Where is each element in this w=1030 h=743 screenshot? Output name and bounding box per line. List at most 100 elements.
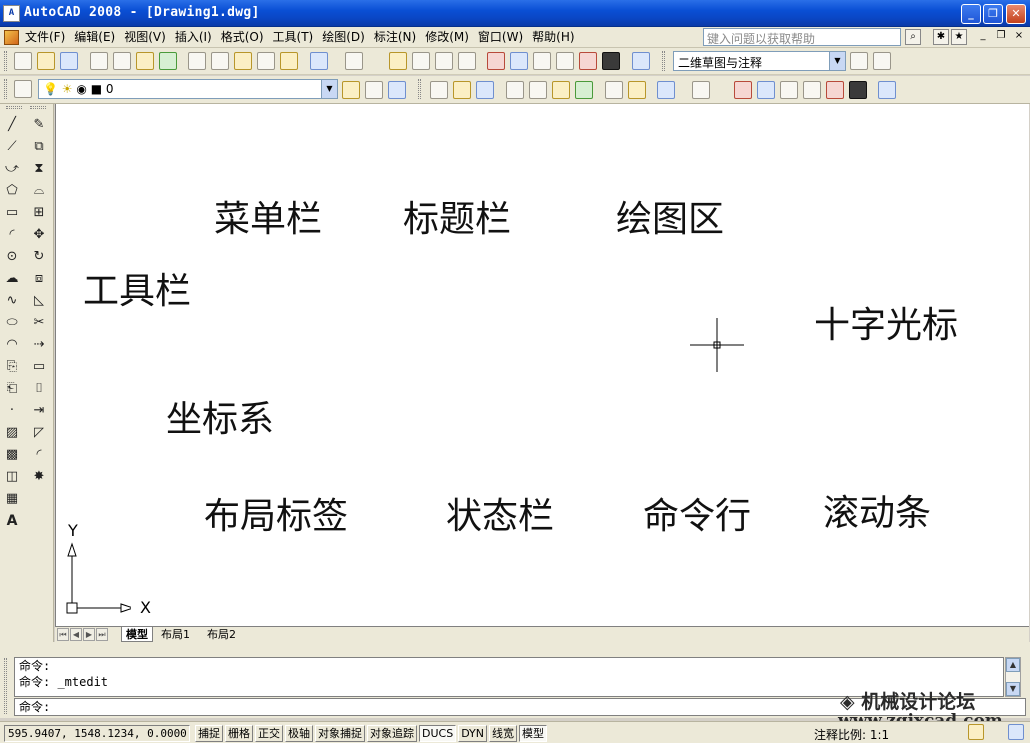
point-icon[interactable]: · — [2, 401, 22, 421]
document-icon[interactable] — [4, 30, 19, 45]
make-block-icon[interactable]: ⎗ — [2, 379, 22, 399]
snap-toggle[interactable]: 捕捉 — [195, 725, 223, 742]
osnap-toggle[interactable]: 对象捕捉 — [315, 725, 365, 742]
hatch-icon[interactable]: ▨ — [2, 423, 22, 443]
drawing-area[interactable]: 菜单栏 标题栏 绘图区 工具栏 十字光标 坐标系 布局标签 状态栏 命令行 滚动… — [55, 104, 1029, 626]
region-icon[interactable]: ◫ — [2, 467, 22, 487]
publish-icon[interactable] — [552, 81, 570, 99]
otrack-toggle[interactable]: 对象追踪 — [367, 725, 417, 742]
close-button[interactable]: ✕ — [1006, 4, 1026, 24]
doc-minimize-button[interactable]: _ — [975, 29, 991, 45]
scroll-up-icon[interactable]: ▲ — [1006, 658, 1020, 672]
workspace-settings-icon[interactable] — [850, 52, 868, 70]
open-file-icon[interactable] — [37, 52, 55, 70]
break-icon[interactable]: ⌷ — [29, 379, 49, 399]
plot-icon[interactable] — [506, 81, 524, 99]
minimize-button[interactable]: _ — [961, 4, 981, 24]
rectangle-icon[interactable]: ▭ — [2, 203, 22, 223]
first-tab-icon[interactable]: ⏮ — [57, 628, 69, 641]
dyn-toggle[interactable]: DYN — [458, 725, 488, 742]
sheet-set-icon[interactable] — [803, 81, 821, 99]
my-workspace-icon[interactable] — [873, 52, 891, 70]
offset-icon[interactable]: ⌓ — [29, 181, 49, 201]
move-icon[interactable]: ✥ — [29, 225, 49, 245]
menu-edit[interactable]: 编辑(E) — [74, 30, 115, 45]
polyline-icon[interactable]: ⤻ — [2, 159, 22, 179]
tab-model[interactable]: 模型 — [121, 627, 153, 642]
scale-icon[interactable]: ⧈ — [29, 269, 49, 289]
tool-palettes-icon[interactable] — [780, 81, 798, 99]
extend-icon[interactable]: ⇢ — [29, 335, 49, 355]
match-properties-icon[interactable] — [257, 52, 275, 70]
help-search-input[interactable]: 键入问题以获取帮助 — [703, 28, 901, 46]
3d-dwf-icon[interactable] — [159, 52, 177, 70]
chevron-down-icon[interactable]: ▼ — [321, 80, 337, 98]
command-line-grip[interactable] — [4, 658, 7, 714]
insert-block-icon[interactable]: ⎘ — [2, 357, 22, 377]
undo-icon[interactable] — [657, 81, 675, 99]
title-bar[interactable]: A AutoCAD 2008 - [Drawing1.dwg] _ ❐ ✕ — [0, 0, 1030, 27]
explode-icon[interactable]: ✸ — [29, 467, 49, 487]
doc-restore-button[interactable]: ❐ — [993, 29, 1009, 45]
menu-file[interactable]: 文件(F) — [25, 30, 65, 45]
block-editor-icon[interactable] — [628, 81, 646, 99]
toolbar-grip[interactable] — [4, 79, 7, 99]
zoom-realtime-icon[interactable] — [412, 52, 430, 70]
spline-icon[interactable]: ∿ — [2, 291, 22, 311]
break-at-point-icon[interactable]: ▭ — [29, 357, 49, 377]
zoom-window-icon[interactable] — [435, 52, 453, 70]
chevron-down-icon[interactable]: ▼ — [829, 52, 845, 70]
arc-icon[interactable]: ◜ — [2, 225, 22, 245]
toolbar-grip[interactable] — [4, 51, 7, 71]
menu-modify[interactable]: 修改(M) — [425, 30, 469, 45]
rotate-icon[interactable]: ↻ — [29, 247, 49, 267]
next-tab-icon[interactable]: ▶ — [83, 628, 95, 641]
lock-icon[interactable]: ◉ — [76, 82, 86, 96]
ducs-toggle[interactable]: DUCS — [419, 725, 457, 742]
array-icon[interactable]: ⊞ — [29, 203, 49, 223]
chamfer-icon[interactable]: ◸ — [29, 423, 49, 443]
3d-dwf-icon[interactable] — [575, 81, 593, 99]
markup-icon[interactable] — [579, 52, 597, 70]
help-icon[interactable] — [878, 81, 896, 99]
layer-on-icon[interactable]: 💡 — [43, 82, 58, 96]
table-icon[interactable]: ▦ — [2, 489, 22, 509]
scroll-down-icon[interactable]: ▼ — [1006, 682, 1020, 696]
copy-icon[interactable] — [211, 52, 229, 70]
properties-icon[interactable] — [487, 52, 505, 70]
toolbar-grip[interactable] — [30, 106, 46, 109]
design-center-icon[interactable] — [757, 81, 775, 99]
menu-insert[interactable]: 插入(I) — [175, 30, 212, 45]
polar-toggle[interactable]: 极轴 — [285, 725, 313, 742]
restore-button[interactable]: ❐ — [983, 4, 1003, 24]
construction-line-icon[interactable]: ⟋ — [2, 137, 22, 157]
workspace-combo[interactable]: 二维草图与注释 ▼ — [673, 51, 846, 71]
command-scrollbar[interactable]: ▲ ▼ — [1005, 657, 1021, 697]
join-icon[interactable]: ⇥ — [29, 401, 49, 421]
menu-format[interactable]: 格式(O) — [221, 30, 264, 45]
toolbar-grip[interactable] — [418, 79, 421, 99]
save-icon[interactable] — [476, 81, 494, 99]
prev-tab-icon[interactable]: ◀ — [70, 628, 82, 641]
clean-screen-icon[interactable] — [1008, 724, 1024, 740]
revision-cloud-icon[interactable]: ☁ — [2, 269, 22, 289]
stretch-icon[interactable]: ◺ — [29, 291, 49, 311]
new-file-icon[interactable] — [14, 52, 32, 70]
menu-window[interactable]: 窗口(W) — [478, 30, 523, 45]
annotation-scale[interactable]: 注释比例: 1:1 — [814, 726, 889, 743]
autocad-app-icon[interactable]: A — [3, 5, 20, 22]
sun-icon[interactable]: ☀ — [62, 82, 73, 96]
menu-help[interactable]: 帮助(H) — [532, 30, 574, 45]
ellipse-icon[interactable]: ⬭ — [2, 313, 22, 333]
plot-icon[interactable] — [90, 52, 108, 70]
circle-icon[interactable]: ⊙ — [2, 247, 22, 267]
search-icon[interactable]: ⌕ — [905, 29, 921, 45]
layer-previous-icon[interactable] — [365, 81, 383, 99]
markup-icon[interactable] — [826, 81, 844, 99]
pan-icon[interactable] — [389, 52, 407, 70]
doc-close-button[interactable]: × — [1011, 29, 1027, 45]
redo-icon[interactable] — [692, 81, 710, 99]
plot-preview-icon[interactable] — [113, 52, 131, 70]
ortho-toggle[interactable]: 正交 — [255, 725, 283, 742]
tab-layout1[interactable]: 布局1 — [157, 627, 194, 642]
